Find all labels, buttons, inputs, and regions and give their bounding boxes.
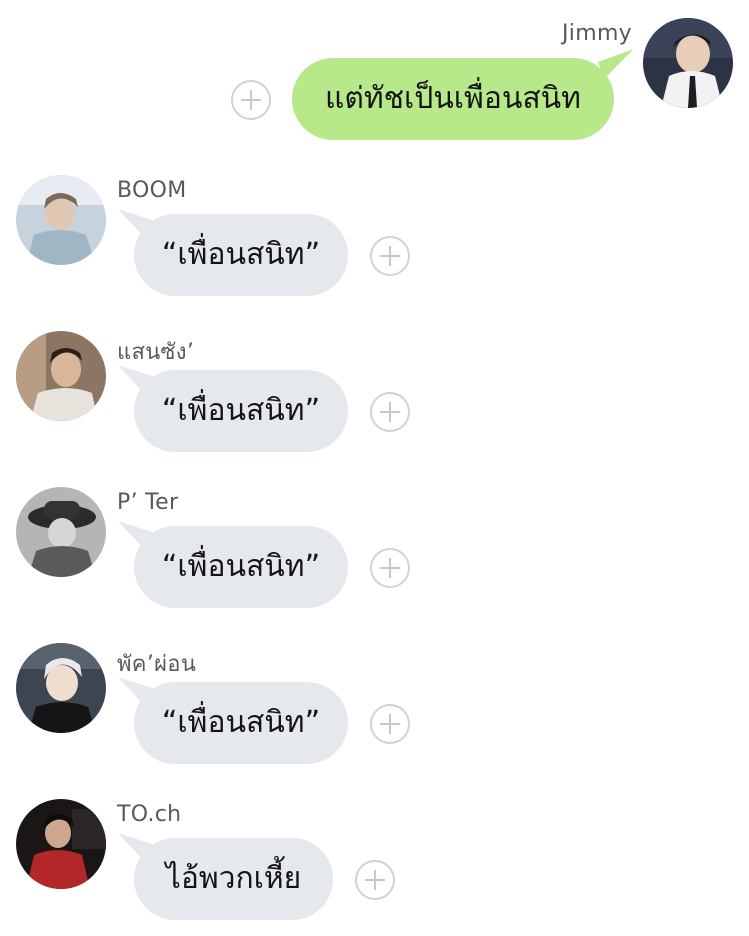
sender-name: พัค’ผ่อน [117, 652, 197, 677]
sender-name: P’ Ter [117, 490, 179, 515]
plus-circle-icon[interactable] [370, 548, 410, 588]
avatar[interactable] [16, 643, 106, 733]
plus-circle-icon[interactable] [370, 392, 410, 432]
sender-name: BOOM [117, 178, 187, 203]
message-bubble[interactable]: ไอ้พวกเหี้ย [134, 838, 333, 920]
plus-circle-icon[interactable] [355, 860, 395, 900]
message-bubble[interactable]: แต่ทัชเป็นเพื่อนสนิท [292, 58, 614, 140]
sender-name: แสนซัง’ [117, 340, 195, 365]
avatar[interactable] [643, 18, 733, 108]
message-text: “เพื่อนสนิท” [161, 237, 321, 272]
message-text: “เพื่อนสนิท” [161, 393, 321, 428]
message-bubble[interactable]: “เพื่อนสนิท” [134, 526, 348, 608]
plus-circle-icon[interactable] [370, 236, 410, 276]
sender-name: TO.ch [117, 802, 182, 827]
plus-circle-icon[interactable] [370, 704, 410, 744]
avatar[interactable] [16, 175, 106, 265]
message-bubble[interactable]: “เพื่อนสนิท” [134, 682, 348, 764]
bubble-tail [598, 49, 640, 79]
avatar[interactable] [16, 799, 106, 889]
message-text: ไอ้พวกเหี้ย [165, 861, 302, 896]
message-text: แต่ทัชเป็นเพื่อนสนิท [325, 81, 581, 116]
sender-name: Jimmy [562, 21, 632, 46]
avatar[interactable] [16, 331, 106, 421]
message-bubble[interactable]: “เพื่อนสนิท” [134, 370, 348, 452]
plus-circle-icon[interactable] [231, 80, 271, 120]
avatar[interactable] [16, 487, 106, 577]
message-bubble[interactable]: “เพื่อนสนิท” [134, 214, 348, 296]
message-text: “เพื่อนสนิท” [161, 549, 321, 584]
message-text: “เพื่อนสนิท” [161, 705, 321, 740]
